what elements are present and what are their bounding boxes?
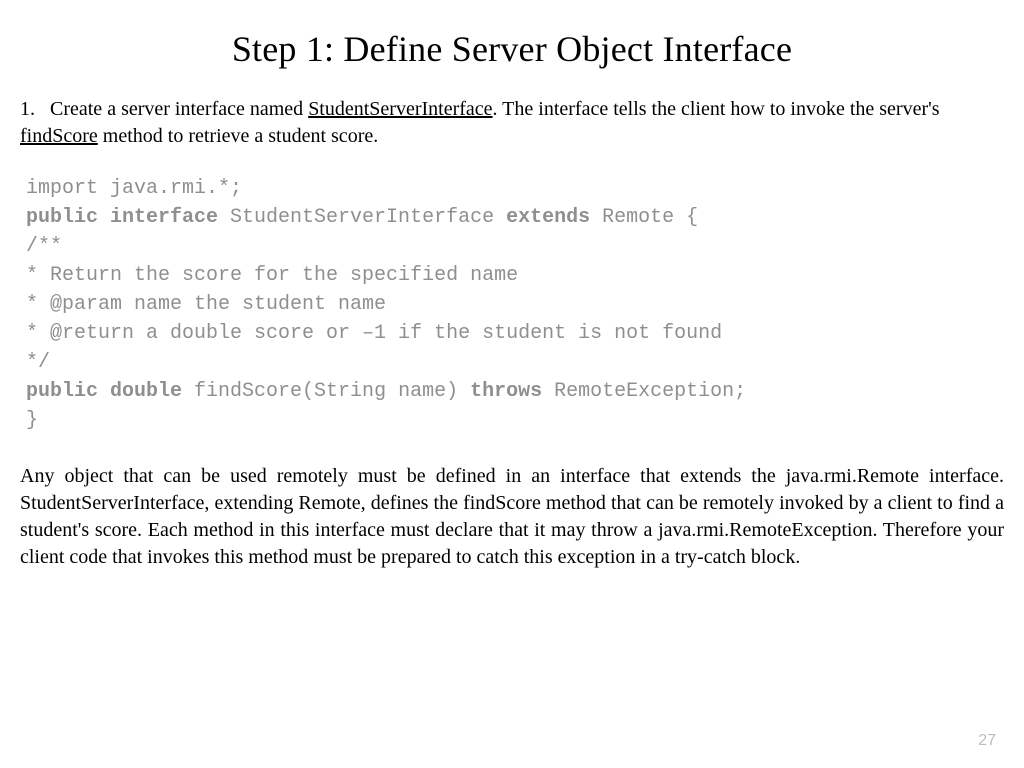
code-line-7: */ xyxy=(26,351,50,374)
code-line-4: * Return the score for the specified nam… xyxy=(26,264,518,287)
code-line-3: /** xyxy=(26,235,62,258)
code-line-5: * @param name the student name xyxy=(26,293,386,316)
code-line-6: * @return a double score or –1 if the st… xyxy=(26,322,722,345)
interface-name: StudentServerInterface xyxy=(308,98,492,120)
intro-text-1: Create a server interface named xyxy=(50,98,308,120)
code-keyword: extends xyxy=(506,206,590,229)
list-number: 1. xyxy=(20,98,35,120)
code-text: RemoteException; xyxy=(542,380,746,403)
method-name: findScore xyxy=(20,125,98,147)
slide: Step 1: Define Server Object Interface 1… xyxy=(0,0,1024,768)
code-text: findScore(String name) xyxy=(182,380,470,403)
code-keyword: public interface xyxy=(26,206,218,229)
slide-title: Step 1: Define Server Object Interface xyxy=(20,28,1004,70)
code-keyword: throws xyxy=(470,380,542,403)
explanation-paragraph: Any object that can be used remotely mus… xyxy=(20,463,1004,571)
code-text: Remote { xyxy=(590,206,698,229)
code-keyword: public double xyxy=(26,380,182,403)
code-line-9: } xyxy=(26,409,38,432)
code-line-1: import java.rmi.*; xyxy=(26,177,242,200)
intro-text-2: . The interface tells the client how to … xyxy=(493,98,940,120)
code-block: import java.rmi.*; public interface Stud… xyxy=(26,174,1004,435)
page-number: 27 xyxy=(978,732,996,750)
intro-paragraph: 1. Create a server interface named Stude… xyxy=(20,96,1004,150)
intro-text-3: method to retrieve a student score. xyxy=(98,125,378,147)
code-text: StudentServerInterface xyxy=(218,206,506,229)
